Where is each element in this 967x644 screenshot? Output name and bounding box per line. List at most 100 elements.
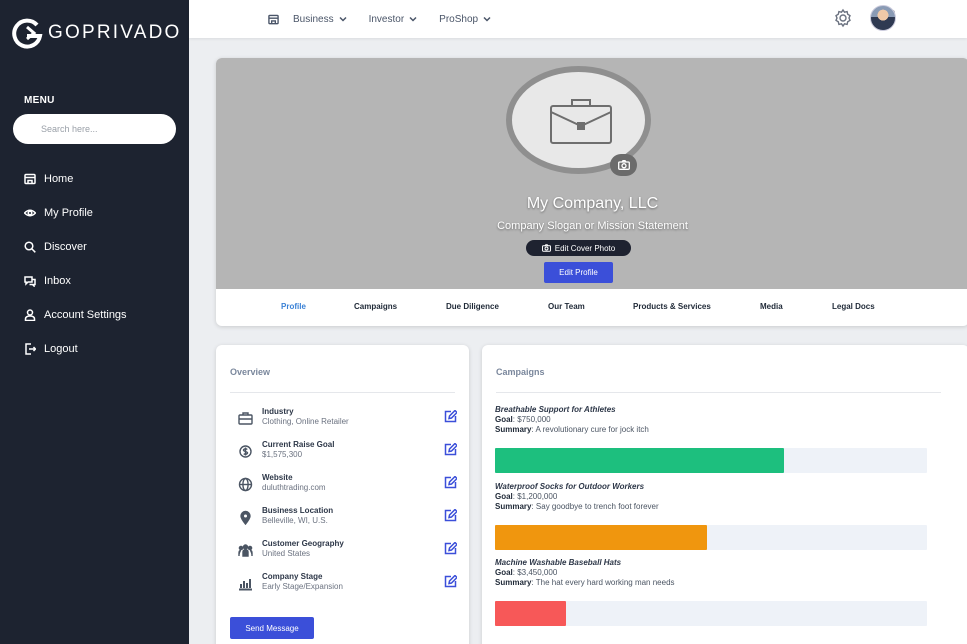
overview-row-industry: Industry Clothing, Online Retailer — [230, 405, 457, 438]
bar-chart-icon — [239, 579, 252, 591]
logout-icon — [25, 343, 36, 355]
overview-label: Current Raise Goal — [262, 440, 335, 449]
brand-logo[interactable]: GOPRIVADO — [10, 16, 181, 50]
edit-profile-button[interactable]: Edit Profile — [544, 262, 613, 283]
send-message-button[interactable]: Send Message — [230, 617, 314, 639]
edit-cover-label: Edit Cover Photo — [554, 243, 616, 253]
menu-heading: MENU — [24, 95, 55, 106]
sidebar-item-label: Home — [44, 173, 74, 185]
top-bar: Business Investor ProShop — [189, 0, 967, 38]
people-icon — [238, 544, 253, 557]
edit-icon[interactable] — [444, 575, 457, 588]
overview-value: duluthtrading.com — [262, 483, 326, 492]
user-icon — [24, 309, 36, 321]
sidebar-item-label: Logout — [44, 343, 78, 355]
profile-header-card: My Company, LLC Company Slogan or Missio… — [216, 58, 967, 326]
sidebar-item-discover[interactable]: Discover — [24, 230, 127, 264]
campaign-name: Waterproof Socks for Outdoor Workers — [495, 482, 645, 491]
edit-icon[interactable] — [444, 509, 457, 522]
campaign-item[interactable]: Breathable Support for Athletes Goal: $7… — [495, 405, 927, 434]
sidebar-item-logout[interactable]: Logout — [24, 332, 127, 366]
top-menu: Business Investor ProShop — [268, 0, 513, 38]
campaign-goal: Goal: $3,450,000 — [495, 568, 558, 577]
tab-media[interactable]: Media — [760, 302, 783, 311]
edit-icon[interactable] — [444, 443, 457, 456]
edit-icon[interactable] — [444, 476, 457, 489]
campaign-progress-fill — [495, 525, 707, 550]
goprivado-logo-icon — [12, 18, 43, 49]
campaign-item[interactable]: Machine Washable Baseball Hats Goal: $3,… — [495, 558, 927, 587]
cover-photo: My Company, LLC Company Slogan or Missio… — [216, 58, 967, 289]
campaign-goal: Goal: $1,200,000 — [495, 492, 558, 501]
home-icon — [24, 173, 36, 185]
overview-value: Belleville, WI, U.S. — [262, 516, 328, 525]
tab-legal-docs[interactable]: Legal Docs — [832, 302, 875, 311]
campaign-goal: Goal: $750,000 — [495, 415, 551, 424]
sidebar-nav: Home My Profile Discover Inbox Account S… — [24, 162, 127, 366]
tab-profile[interactable]: Profile — [281, 302, 306, 311]
gear-icon[interactable] — [833, 8, 853, 28]
chat-icon — [24, 276, 36, 287]
tab-products-services[interactable]: Products & Services — [633, 302, 711, 311]
campaign-progress-fill — [495, 601, 567, 626]
sidebar-item-my-profile[interactable]: My Profile — [24, 196, 127, 230]
sidebar-item-label: Discover — [44, 241, 87, 253]
globe-icon — [238, 477, 253, 492]
menu-investor[interactable]: Investor — [369, 14, 418, 25]
chevron-down-icon — [483, 16, 491, 22]
overview-row-stage: Company Stage Early Stage/Expansion — [230, 570, 457, 603]
campaign-progress-fill — [495, 448, 785, 473]
sidebar-search — [13, 114, 176, 144]
edit-icon[interactable] — [444, 410, 457, 423]
edit-cover-photo-button[interactable]: Edit Cover Photo — [526, 240, 631, 256]
campaign-progress-bar — [495, 448, 927, 473]
brand-name: GOPRIVADO — [48, 22, 182, 43]
briefcase-icon — [550, 99, 612, 144]
sidebar-item-label: Account Settings — [44, 309, 127, 321]
overview-label: Customer Geography — [262, 539, 344, 548]
sidebar-item-account-settings[interactable]: Account Settings — [24, 298, 127, 332]
store-icon — [268, 14, 279, 24]
overview-value: United States — [262, 549, 311, 558]
overview-label: Website — [262, 473, 293, 482]
menu-business[interactable]: Business — [268, 14, 347, 25]
divider — [496, 392, 941, 393]
dollar-icon — [239, 445, 252, 458]
menu-proshop[interactable]: ProShop — [439, 14, 491, 25]
menu-proshop-label: ProShop — [439, 13, 479, 25]
eye-icon — [24, 209, 36, 217]
overview-value: Clothing, Online Retailer — [262, 417, 349, 426]
divider — [230, 392, 455, 393]
campaign-summary: Summary: Say goodbye to trench foot fore… — [495, 502, 659, 511]
overview-title: Overview — [230, 367, 271, 377]
search-input[interactable] — [41, 124, 161, 134]
user-avatar[interactable] — [870, 5, 896, 31]
edit-icon[interactable] — [444, 542, 457, 555]
campaign-item[interactable]: Waterproof Socks for Outdoor Workers Goa… — [495, 482, 927, 511]
campaign-summary: Summary: The hat every hard working man … — [495, 578, 675, 587]
profile-tabs: Profile Campaigns Due Diligence Our Team… — [216, 289, 967, 326]
menu-investor-label: Investor — [368, 13, 405, 25]
overview-value: Early Stage/Expansion — [262, 582, 343, 591]
campaign-name: Breathable Support for Athletes — [495, 405, 616, 414]
overview-row-geography: Customer Geography United States — [230, 537, 457, 570]
sidebar: GOPRIVADO MENU Home My Profile Discover … — [0, 0, 189, 644]
camera-icon — [541, 244, 551, 252]
overview-value: $1,575,300 — [262, 450, 303, 459]
campaign-progress-bar — [495, 525, 927, 550]
overview-row-location: Business Location Belleville, WI, U.S. — [230, 504, 457, 537]
sidebar-item-label: Inbox — [44, 275, 71, 287]
campaign-summary: Summary: A revolutionary cure for jock i… — [495, 425, 649, 434]
overview-row-website: Website duluthtrading.com — [230, 471, 457, 504]
pin-icon — [240, 510, 251, 525]
sidebar-item-inbox[interactable]: Inbox — [24, 264, 127, 298]
change-logo-button[interactable] — [610, 154, 637, 176]
briefcase-icon — [238, 412, 253, 425]
tab-due-diligence[interactable]: Due Diligence — [446, 302, 499, 311]
sidebar-item-label: My Profile — [44, 207, 93, 219]
search-icon — [24, 241, 36, 253]
tab-our-team[interactable]: Our Team — [548, 302, 585, 311]
company-name: My Company, LLC — [526, 195, 659, 212]
tab-campaigns[interactable]: Campaigns — [354, 302, 397, 311]
sidebar-item-home[interactable]: Home — [24, 162, 127, 196]
